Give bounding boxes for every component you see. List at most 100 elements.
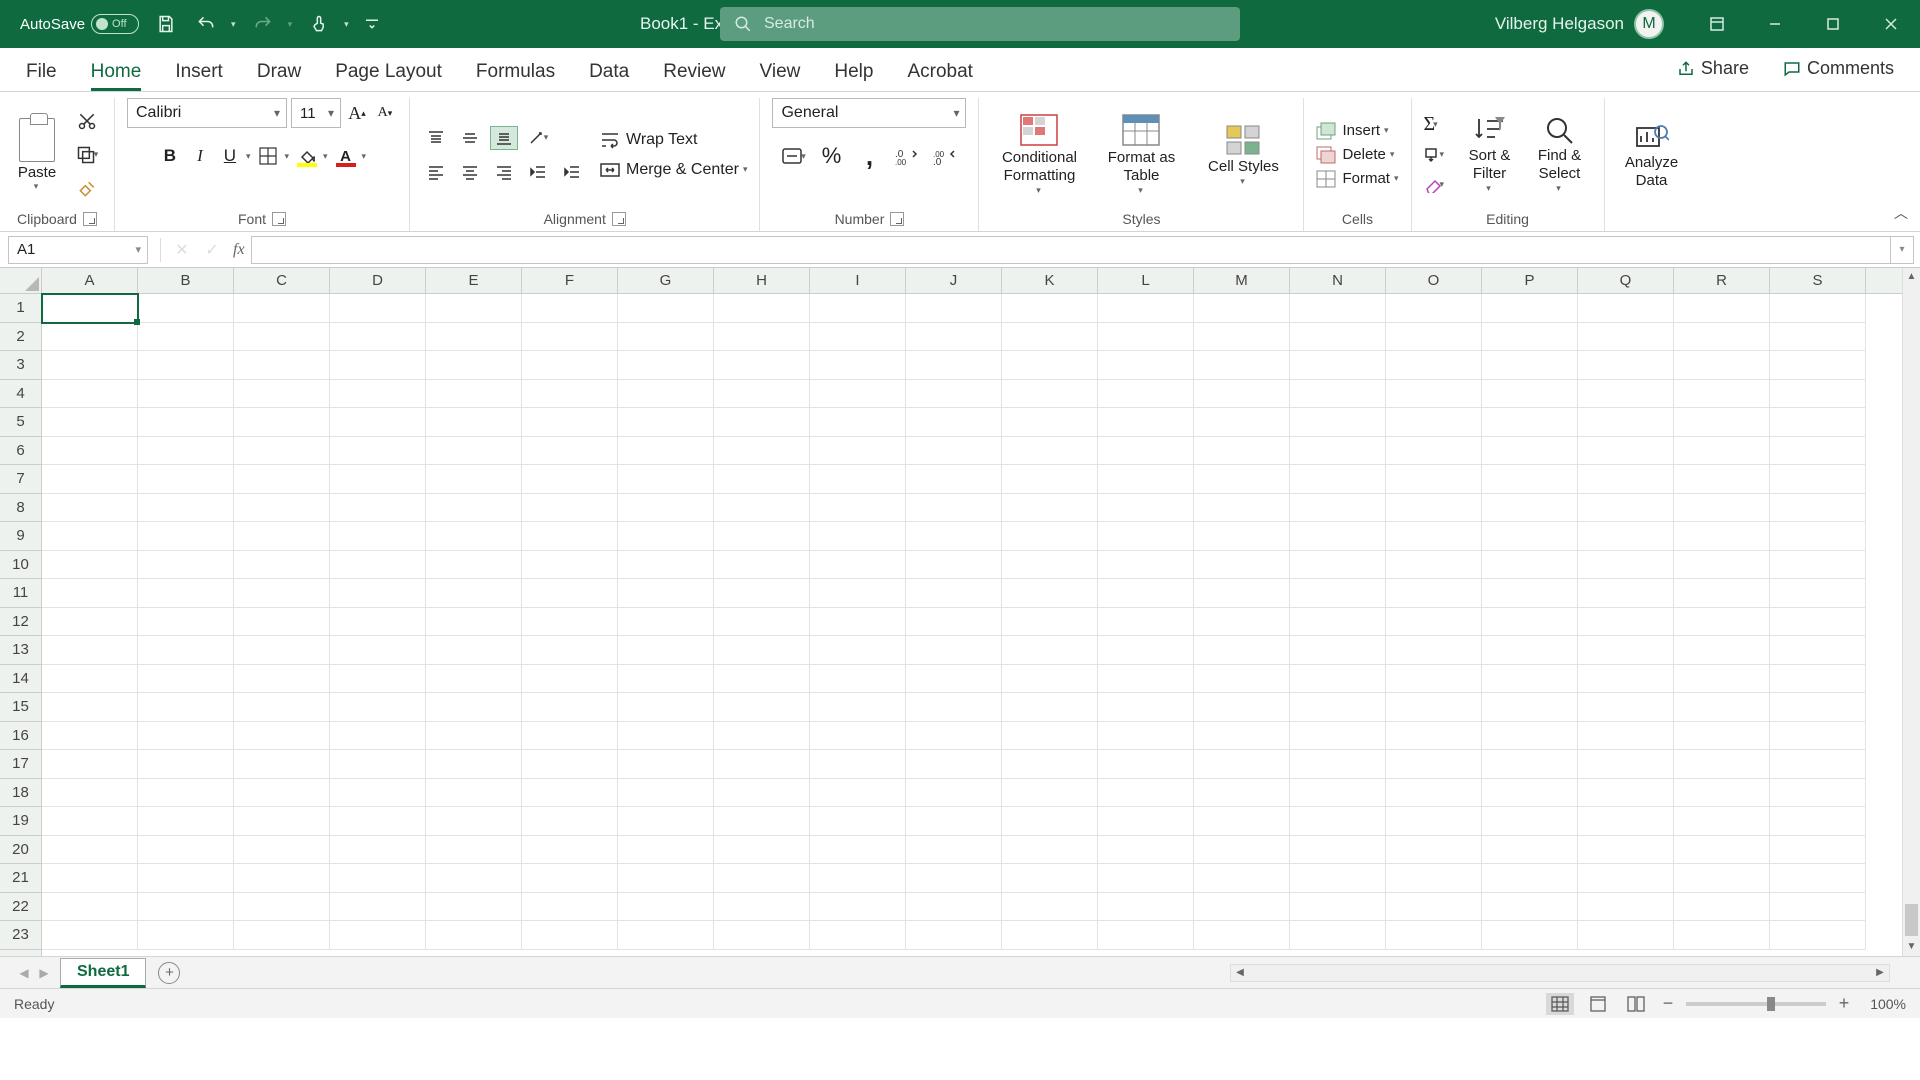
scroll-up-button[interactable]: ▲ [1903, 268, 1920, 286]
cell[interactable] [906, 608, 1002, 637]
cell[interactable] [1098, 864, 1194, 893]
comments-button[interactable]: Comments [1775, 54, 1902, 83]
cell[interactable] [1002, 380, 1098, 409]
cell[interactable] [330, 836, 426, 865]
cell[interactable] [330, 351, 426, 380]
cell[interactable] [1386, 465, 1482, 494]
format-cells-dropdown[interactable]: ▾ [1394, 173, 1399, 184]
insert-function-button[interactable]: fx [233, 241, 245, 259]
cell[interactable] [1770, 323, 1866, 352]
cell[interactable] [522, 408, 618, 437]
row-header[interactable]: 23 [0, 921, 41, 950]
find-select-button[interactable]: Find & Select▾ [1528, 115, 1592, 194]
cell[interactable] [1194, 779, 1290, 808]
cell[interactable] [42, 864, 138, 893]
cell[interactable] [906, 465, 1002, 494]
cell[interactable] [1194, 465, 1290, 494]
cell[interactable] [522, 722, 618, 751]
hscroll-right-button[interactable]: ▶ [1871, 967, 1889, 978]
cell[interactable] [1386, 551, 1482, 580]
cell[interactable] [1674, 836, 1770, 865]
row-header[interactable]: 1 [0, 294, 41, 323]
sheet-tab-active[interactable]: Sheet1 [60, 958, 146, 988]
cell[interactable] [330, 608, 426, 637]
cell[interactable] [1578, 807, 1674, 836]
cell[interactable] [1194, 351, 1290, 380]
cell[interactable] [618, 779, 714, 808]
cell[interactable] [1674, 380, 1770, 409]
cell[interactable] [234, 921, 330, 950]
cell[interactable] [138, 836, 234, 865]
scroll-thumb[interactable] [1905, 904, 1918, 936]
cell[interactable] [1194, 323, 1290, 352]
horizontal-scrollbar[interactable]: ◀ ▶ [1230, 964, 1890, 982]
cell[interactable] [1578, 551, 1674, 580]
cell[interactable] [234, 636, 330, 665]
insert-cells-button[interactable]: Insert ▾ [1316, 122, 1398, 140]
cell[interactable] [330, 693, 426, 722]
cell[interactable] [234, 351, 330, 380]
row-header[interactable]: 10 [0, 551, 41, 580]
cell[interactable] [426, 351, 522, 380]
cell[interactable] [1098, 323, 1194, 352]
cell[interactable] [1386, 921, 1482, 950]
row-header[interactable]: 6 [0, 437, 41, 466]
tab-help[interactable]: Help [834, 61, 873, 91]
cell[interactable] [1386, 836, 1482, 865]
cell[interactable] [1674, 551, 1770, 580]
cell[interactable] [1770, 693, 1866, 722]
cell[interactable] [234, 408, 330, 437]
tab-formulas[interactable]: Formulas [476, 61, 555, 91]
cell[interactable] [1578, 921, 1674, 950]
cell[interactable] [1098, 294, 1194, 323]
row-header[interactable]: 4 [0, 380, 41, 409]
cell[interactable] [810, 693, 906, 722]
cell[interactable] [1290, 921, 1386, 950]
cell[interactable] [234, 380, 330, 409]
hscroll-left-button[interactable]: ◀ [1231, 967, 1249, 978]
cell[interactable] [1098, 722, 1194, 751]
cell[interactable] [1578, 636, 1674, 665]
cell[interactable] [42, 408, 138, 437]
share-button[interactable]: Share [1669, 54, 1757, 83]
cell[interactable] [1290, 465, 1386, 494]
cell[interactable] [1482, 665, 1578, 694]
cell[interactable] [234, 665, 330, 694]
cell[interactable] [426, 693, 522, 722]
cell[interactable] [810, 351, 906, 380]
cell[interactable] [1002, 323, 1098, 352]
cell[interactable] [522, 579, 618, 608]
cell[interactable] [618, 864, 714, 893]
column-header[interactable]: F [522, 268, 618, 293]
cell[interactable] [522, 522, 618, 551]
cell[interactable] [906, 807, 1002, 836]
cell[interactable] [1578, 750, 1674, 779]
align-center-button[interactable] [456, 160, 484, 184]
cell[interactable] [330, 665, 426, 694]
sheet-nav-prev[interactable]: ◀ [14, 966, 34, 980]
cell[interactable] [426, 893, 522, 922]
row-header[interactable]: 18 [0, 779, 41, 808]
cell[interactable] [1482, 779, 1578, 808]
cell[interactable] [330, 579, 426, 608]
cell[interactable] [1290, 351, 1386, 380]
cell[interactable] [1770, 836, 1866, 865]
cell[interactable] [426, 779, 522, 808]
cell[interactable] [1194, 608, 1290, 637]
cell[interactable] [426, 408, 522, 437]
cell[interactable] [42, 807, 138, 836]
underline-dropdown[interactable]: ▾ [246, 151, 251, 162]
cell[interactable] [234, 294, 330, 323]
cell[interactable] [522, 921, 618, 950]
sort-filter-button[interactable]: Sort & Filter▾ [1458, 115, 1522, 194]
cell[interactable] [1770, 893, 1866, 922]
cell[interactable] [1770, 494, 1866, 523]
cell[interactable] [1002, 494, 1098, 523]
cell[interactable] [330, 893, 426, 922]
row-header[interactable]: 2 [0, 323, 41, 352]
cell[interactable] [138, 665, 234, 694]
cell[interactable] [810, 408, 906, 437]
cell[interactable] [906, 351, 1002, 380]
accounting-format-button[interactable]: ▾ [779, 144, 807, 168]
expand-formula-bar-button[interactable]: ▾ [1890, 236, 1914, 264]
